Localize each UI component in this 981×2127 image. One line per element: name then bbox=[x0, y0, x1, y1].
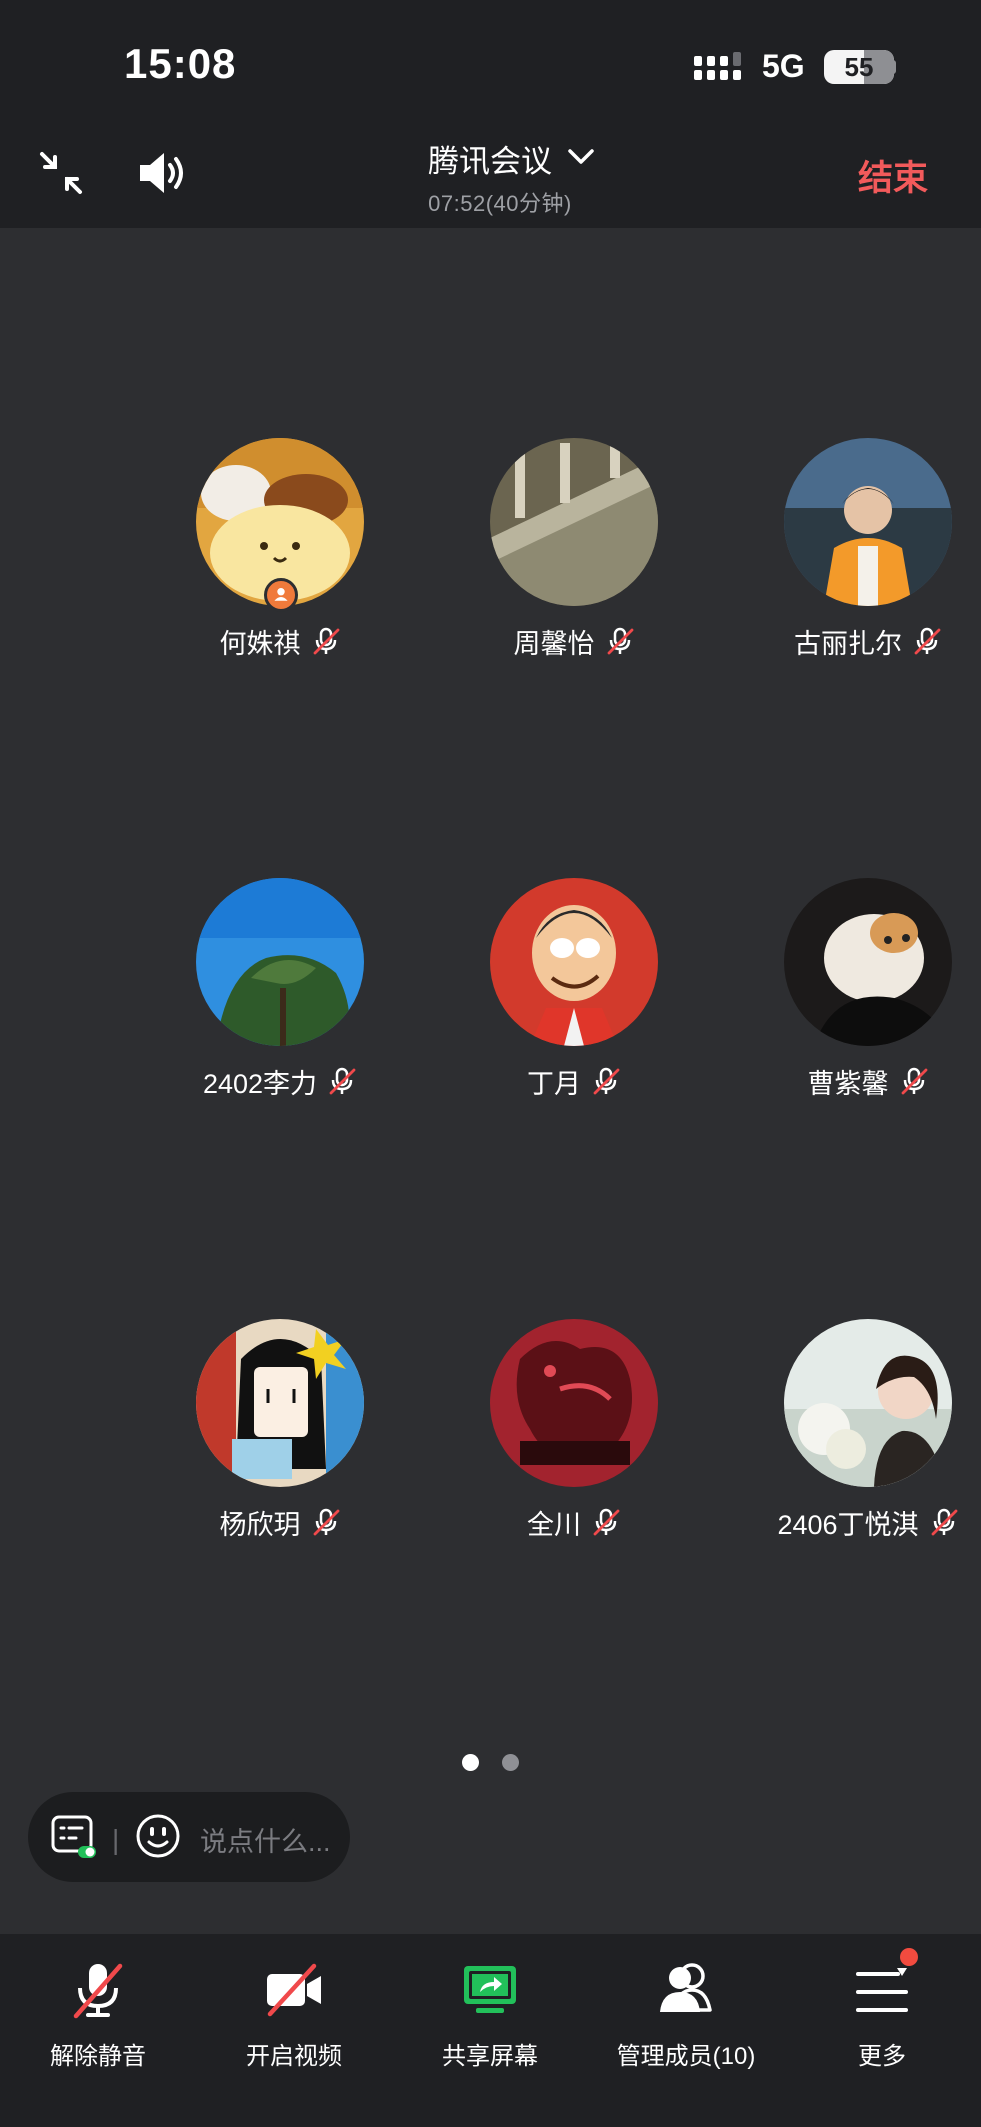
more-button[interactable]: 更多 bbox=[784, 1948, 980, 2088]
participant-tile[interactable]: 何姝祺 bbox=[100, 438, 420, 668]
chat-input-bar[interactable]: | 说点什么... bbox=[28, 1792, 350, 1882]
share-screen-icon bbox=[464, 1966, 516, 2013]
microphone-muted-icon bbox=[607, 627, 633, 655]
battery-icon: 55 bbox=[824, 50, 894, 84]
participant-name: 杨欣玥 bbox=[219, 1509, 301, 1540]
top-bar: 15:08 5G 55 腾讯会议 07:52(40分钟) 结束 bbox=[0, 0, 981, 228]
microphone-muted-icon bbox=[914, 627, 941, 655]
avatar-image bbox=[490, 1319, 658, 1487]
battery-level: 55 bbox=[844, 52, 874, 82]
avatar bbox=[196, 1319, 364, 1487]
more-label: 更多 bbox=[858, 2043, 906, 2070]
battery-tip bbox=[891, 60, 896, 74]
participant-name: 全川 bbox=[527, 1509, 581, 1540]
network-type: 5G bbox=[762, 48, 805, 84]
participant-tile[interactable]: 丁月 bbox=[394, 878, 714, 1108]
menu-icon bbox=[856, 1968, 908, 2012]
participant-tile[interactable]: 杨欣玥 bbox=[100, 1319, 420, 1549]
avatar bbox=[784, 1319, 952, 1487]
microphone-muted-icon bbox=[313, 1508, 339, 1536]
participant-tile[interactable]: 古丽扎尔 bbox=[688, 438, 981, 668]
chevron-down-icon bbox=[568, 149, 594, 164]
avatar bbox=[490, 878, 658, 1046]
chat-list-icon[interactable] bbox=[50, 1814, 98, 1860]
participant-tile[interactable]: 2402李力 bbox=[100, 878, 420, 1108]
meeting-screen: 15:08 5G 55 腾讯会议 07:52(40分钟) 结束 何姝祺 周馨怡 … bbox=[0, 0, 981, 2127]
meeting-title-dropdown[interactable]: 腾讯会议 bbox=[400, 132, 610, 179]
avatar bbox=[784, 878, 952, 1046]
meeting-toolbar: 解除静音 开启视频 共享屏幕 管理成员(10) 更多 bbox=[0, 1934, 981, 2127]
end-meeting-button[interactable]: 结束 bbox=[858, 150, 928, 201]
chat-separator: | bbox=[112, 1824, 120, 1855]
microphone-muted-icon bbox=[329, 1067, 356, 1095]
avatar-image bbox=[784, 438, 952, 606]
share-screen-button[interactable]: 共享屏幕 bbox=[392, 1948, 588, 2088]
participant-name: 2402李力 bbox=[202, 1068, 318, 1099]
avatar-image bbox=[784, 878, 952, 1046]
page-indicator[interactable] bbox=[502, 1754, 519, 1771]
participant-name: 何姝祺 bbox=[219, 628, 301, 659]
microphone-muted-icon bbox=[931, 1508, 957, 1536]
unmute-button[interactable]: 解除静音 bbox=[0, 1948, 196, 2088]
participant-name: 古丽扎尔 bbox=[794, 628, 902, 659]
members-icon bbox=[660, 1963, 712, 2012]
microphone-muted-icon bbox=[901, 1067, 927, 1095]
avatar bbox=[784, 438, 952, 606]
share-screen-label: 共享屏幕 bbox=[442, 2043, 538, 2070]
unmute-label: 解除静音 bbox=[50, 2043, 146, 2070]
participant-tile[interactable]: 全川 bbox=[394, 1319, 714, 1549]
start-video-label: 开启视频 bbox=[246, 2043, 342, 2070]
collapse-window-icon[interactable] bbox=[38, 150, 84, 196]
microphone-muted-icon bbox=[593, 1508, 620, 1536]
page-indicator-active[interactable] bbox=[462, 1754, 479, 1771]
status-time: 15:08 bbox=[124, 40, 237, 87]
participant-name: 丁月 bbox=[527, 1068, 581, 1099]
cellular-signal-icon bbox=[694, 52, 741, 80]
avatar bbox=[490, 438, 658, 606]
avatar-image bbox=[196, 878, 364, 1046]
chat-placeholder[interactable]: 说点什么... bbox=[200, 1820, 331, 1859]
avatar-image bbox=[196, 1319, 364, 1487]
microphone-muted-icon bbox=[593, 1067, 620, 1095]
start-video-button[interactable]: 开启视频 bbox=[196, 1948, 392, 2088]
participant-name: 周馨怡 bbox=[513, 628, 595, 659]
manage-members-button[interactable]: 管理成员(10) bbox=[588, 1948, 784, 2088]
avatar bbox=[490, 1319, 658, 1487]
participant-name: 曹紫馨 bbox=[807, 1068, 889, 1099]
participant-tile[interactable]: 2406丁悦淇 bbox=[688, 1319, 981, 1549]
participant-nameplate: 2406丁悦淇 bbox=[688, 1502, 981, 1542]
camera-off-icon bbox=[267, 1963, 321, 2017]
microphone-muted-icon bbox=[313, 627, 339, 655]
participant-tile[interactable]: 周馨怡 bbox=[394, 438, 714, 668]
speaker-icon[interactable] bbox=[136, 148, 188, 198]
participant-name: 2406丁悦淇 bbox=[777, 1509, 919, 1540]
avatar-image bbox=[490, 878, 658, 1046]
participant-nameplate: 古丽扎尔 bbox=[688, 621, 981, 661]
notification-dot bbox=[900, 1948, 918, 1966]
meeting-title: 腾讯会议 bbox=[428, 144, 552, 179]
host-badge-icon bbox=[264, 578, 298, 612]
avatar-image bbox=[490, 438, 658, 606]
emoji-icon[interactable] bbox=[134, 1812, 182, 1860]
meeting-timer: 07:52(40分钟) bbox=[428, 191, 572, 216]
participant-nameplate: 曹紫馨 bbox=[688, 1061, 981, 1101]
avatar-image bbox=[784, 1319, 952, 1487]
manage-members-label: 管理成员(10) bbox=[616, 2043, 756, 2070]
microphone-muted-icon bbox=[73, 1963, 123, 2019]
avatar bbox=[196, 878, 364, 1046]
participant-tile[interactable]: 曹紫馨 bbox=[688, 878, 981, 1108]
